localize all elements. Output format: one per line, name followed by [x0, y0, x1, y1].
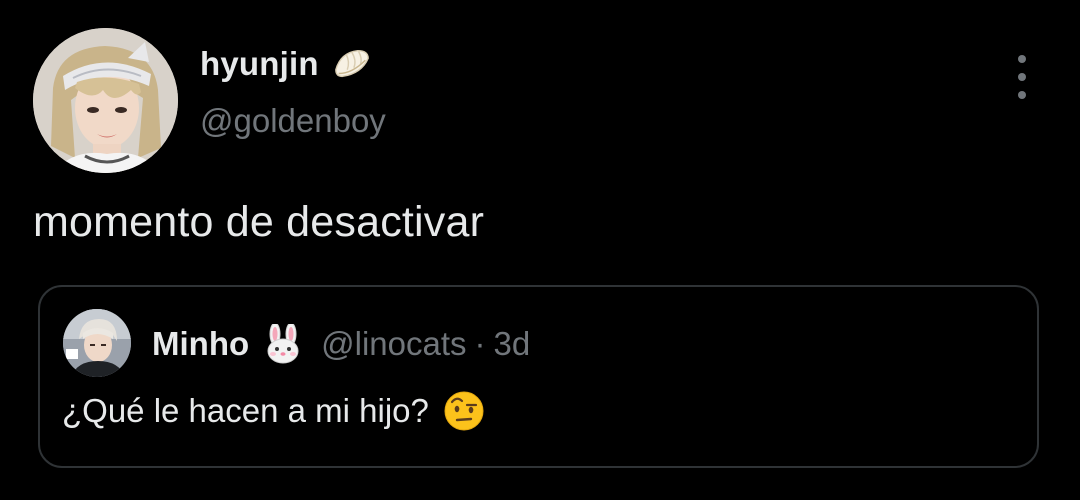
more-options-dot	[1018, 91, 1026, 99]
more-options-dot	[1018, 73, 1026, 81]
author-name-row: hyunjin	[200, 40, 371, 88]
quoted-tweet-timestamp[interactable]: 3d	[494, 325, 531, 363]
quoted-tweet-header: Minho @linocats · 3d	[152, 320, 530, 368]
tweet-text: momento de desactivar	[33, 198, 485, 246]
quoted-author-avatar-image	[63, 309, 131, 377]
more-options-dot	[1018, 55, 1026, 63]
rabbit-face-icon	[267, 324, 299, 364]
author-avatar[interactable]	[33, 28, 178, 173]
author-avatar-image	[33, 28, 178, 173]
quoted-author-display-name[interactable]: Minho	[152, 325, 249, 363]
author-display-name[interactable]: hyunjin	[200, 45, 319, 83]
face-with-raised-eyebrow-icon	[444, 391, 484, 431]
quoted-tweet-card[interactable]: Minho @linocats · 3d ¿Qué le hacen a mi …	[38, 285, 1039, 468]
meta-separator: ·	[474, 325, 486, 362]
quoted-tweet-body: ¿Qué le hacen a mi hijo?	[62, 387, 485, 435]
quoted-author-handle[interactable]: @linocats	[321, 325, 466, 363]
more-options-icon[interactable]	[1008, 55, 1036, 99]
quoted-author-avatar[interactable]	[63, 309, 131, 377]
dumpling-icon	[334, 49, 369, 78]
quoted-tweet-text: ¿Qué le hacen a mi hijo?	[62, 392, 429, 429]
author-handle[interactable]: @goldenboy	[200, 102, 386, 140]
